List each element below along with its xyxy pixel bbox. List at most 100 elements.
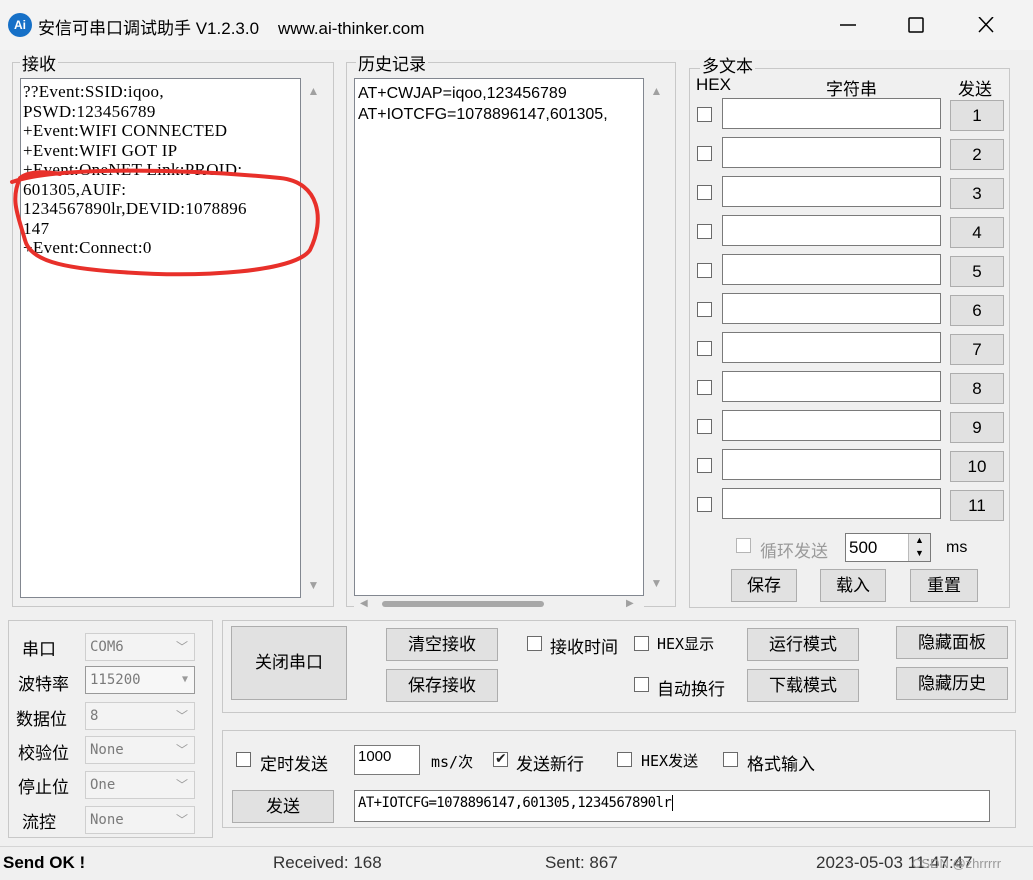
multitext-hex-checkbox[interactable] [697,263,712,278]
clear-receive-button[interactable]: 清空接收 [386,628,498,661]
dropdown-arrow-icon: ▼ [181,674,188,685]
multitext-string-input[interactable] [722,137,941,168]
multitext-send-button[interactable]: 2 [950,139,1004,170]
receive-textbox[interactable]: ??Event:SSID:iqoo, PSWD:123456789 +Event:W… [20,78,301,598]
multitext-string-input[interactable] [722,371,941,402]
multitext-string-input[interactable] [722,215,941,246]
stopbits-select[interactable]: One ﹀ [85,771,195,799]
history-listbox[interactable]: AT+CWJAP=iqoo,123456789 AT+IOTCFG=1078896… [354,78,644,596]
reset-multitext-button[interactable]: 重置 [910,569,978,602]
load-multitext-button[interactable]: 载入 [820,569,886,602]
loop-send-checkbox[interactable] [736,538,751,553]
receive-scrollbar[interactable]: ▲ ▼ [301,78,326,598]
port-select[interactable]: COM6 ﹀ [85,633,195,661]
databits-label: 数据位 [16,710,67,729]
maximize-button[interactable] [896,8,936,42]
send-button[interactable]: 发送 [232,790,334,823]
status-bar: Send OK ! Received: 168 Sent: 867 2023-0… [0,846,1033,880]
col-string-header: 字符串 [826,80,877,99]
receive-line: +Event:OneNET Link:PROID: [23,160,243,179]
history-label: 历史记录 [356,50,428,75]
multitext-send-button[interactable]: 9 [950,412,1004,443]
timed-send-label: 定时发送 [260,755,328,774]
hide-panel-button[interactable]: 隐藏面板 [896,626,1008,659]
hex-display-checkbox[interactable] [634,636,649,651]
auto-newline-checkbox[interactable] [634,677,649,692]
multitext-hex-checkbox[interactable] [697,458,712,473]
receive-label: 接收 [20,50,58,75]
multitext-hex-checkbox[interactable] [697,107,712,122]
multitext-hex-checkbox[interactable] [697,224,712,239]
spin-up-icon[interactable]: ▲ [909,534,930,547]
multitext-hex-checkbox[interactable] [697,146,712,161]
receive-time-checkbox[interactable] [527,636,542,651]
flow-value: None [90,812,124,828]
multitext-hex-checkbox[interactable] [697,380,712,395]
window-title: 安信可串口调试助手 V1.2.3.0 www.ai-thinker.com [38,19,425,38]
loop-interval-spinner[interactable]: ▲ ▼ [908,534,930,561]
multitext-string-input[interactable] [722,176,941,207]
multitext-hex-checkbox[interactable] [697,497,712,512]
chevron-down-icon: ﹀ [175,709,188,723]
multitext-hex-checkbox[interactable] [697,341,712,356]
send-text-input[interactable]: AT+IOTCFG=1078896147,601305,1234567890lr [354,790,990,822]
databits-value: 8 [90,708,99,724]
multitext-send-button[interactable]: 8 [950,373,1004,404]
multitext-hex-checkbox[interactable] [697,419,712,434]
timed-send-checkbox[interactable] [236,752,251,767]
send-newline-checkbox[interactable] [493,750,508,767]
hide-history-button[interactable]: 隐藏历史 [896,667,1008,700]
parity-value: None [90,742,124,758]
send-interval-unit: ms/次 [431,753,474,771]
baud-value: 115200 [90,672,141,688]
multitext-send-button[interactable]: 3 [950,178,1004,209]
chevron-down-icon: ﹀ [175,640,188,654]
chevron-down-icon: ﹀ [175,778,188,792]
multitext-send-button[interactable]: 4 [950,217,1004,248]
history-item[interactable]: AT+CWJAP=iqoo,123456789 [358,83,643,104]
multitext-send-button[interactable]: 7 [950,334,1004,365]
scroll-down-icon: ▼ [307,578,320,592]
hscroll-thumb[interactable] [382,601,544,607]
multitext-hex-checkbox[interactable] [697,185,712,200]
multitext-string-input[interactable] [722,293,941,324]
send-interval-input[interactable]: 1000 [354,745,420,775]
run-mode-button[interactable]: 运行模式 [747,628,859,661]
history-vscrollbar[interactable]: ▲ ▼ [644,78,669,596]
spin-down-icon[interactable]: ▼ [909,547,930,560]
format-input-checkbox[interactable] [723,752,738,767]
close-window-button[interactable] [966,8,1006,42]
history-hscrollbar[interactable]: ◀ ▶ [354,596,644,610]
parity-select[interactable]: None ﹀ [85,736,195,764]
multitext-hex-checkbox[interactable] [697,302,712,317]
multitext-string-input[interactable] [722,254,941,285]
hex-send-checkbox[interactable] [617,752,632,767]
multitext-string-input[interactable] [722,488,941,519]
save-receive-button[interactable]: 保存接收 [386,669,498,702]
port-label: 串口 [22,640,56,659]
multitext-string-input[interactable] [722,332,941,363]
close-port-button[interactable]: 关闭串口 [231,626,347,700]
history-item[interactable]: AT+IOTCFG=1078896147,601305, [358,104,643,125]
send-status: Send OK ! [3,853,86,872]
databits-select[interactable]: 8 ﹀ [85,702,195,730]
save-multitext-button[interactable]: 保存 [731,569,797,602]
receive-content: ??Event:SSID:iqoo, PSWD:123456789 +Event:W… [21,79,300,258]
multitext-string-input[interactable] [722,410,941,441]
multitext-send-button[interactable]: 10 [950,451,1004,482]
multitext-string-input[interactable] [722,98,941,129]
baud-select[interactable]: 115200 ▼ [85,666,195,694]
send-newline-label: 发送新行 [516,755,584,774]
loop-interval-input[interactable]: 500 ▲ ▼ [845,533,931,562]
multitext-send-button[interactable]: 6 [950,295,1004,326]
multitext-send-button[interactable]: 1 [950,100,1004,131]
multitext-string-input[interactable] [722,449,941,480]
flow-select[interactable]: None ﹀ [85,806,195,834]
receive-line: 601305,AUIF: [23,179,127,199]
multitext-send-button[interactable]: 5 [950,256,1004,287]
minimize-button[interactable] [828,8,868,42]
multitext-send-button[interactable]: 11 [950,490,1004,521]
text-cursor [672,795,674,811]
download-mode-button[interactable]: 下载模式 [747,669,859,702]
auto-newline-label: 自动换行 [657,680,725,699]
